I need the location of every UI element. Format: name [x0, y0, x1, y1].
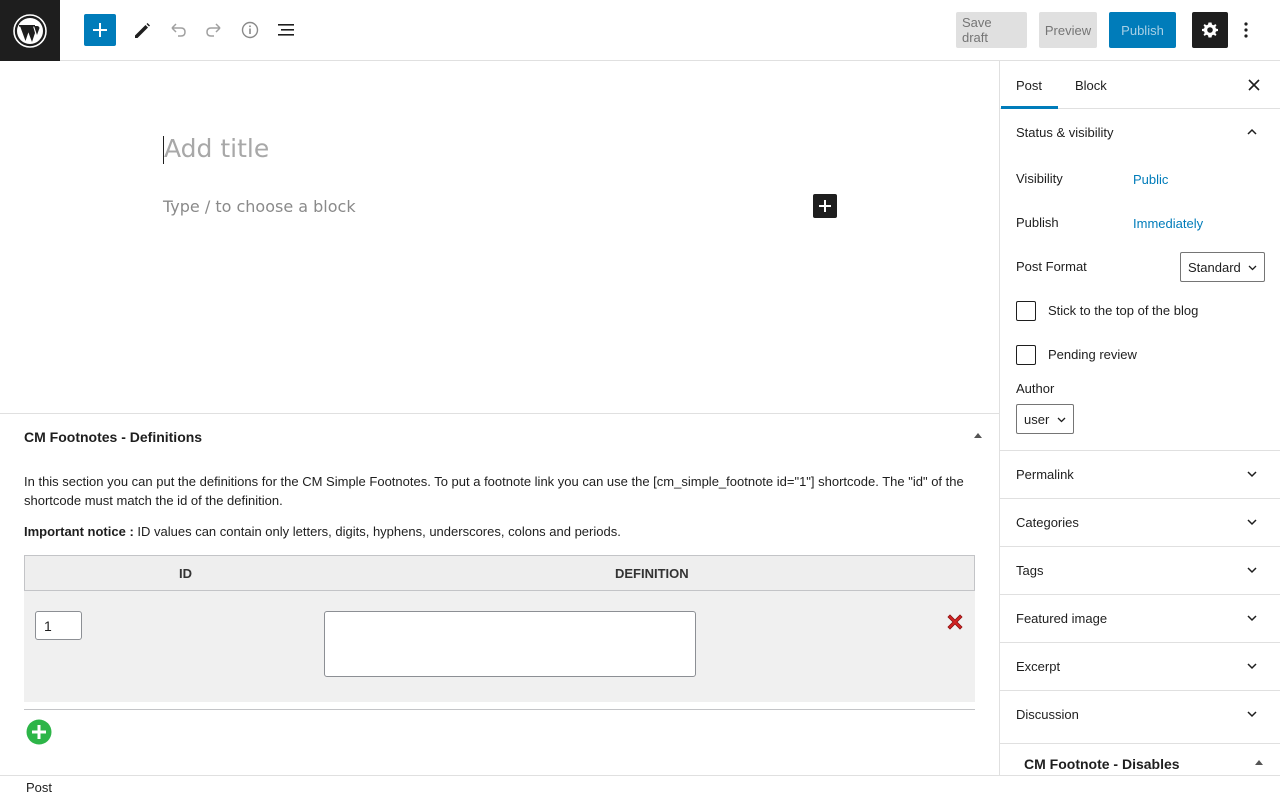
notice-label: Important notice :: [24, 524, 134, 539]
post-title-input[interactable]: Add title: [163, 134, 270, 164]
panel-status-visibility[interactable]: Status & visibility: [1000, 109, 1280, 157]
column-header-id: ID: [179, 566, 192, 581]
info-icon[interactable]: [234, 14, 266, 46]
title-placeholder: Add title: [164, 134, 270, 163]
chevron-down-icon: [1247, 519, 1257, 526]
add-block-button[interactable]: [813, 194, 837, 218]
important-notice: Important notice : ID values can contain…: [24, 524, 621, 539]
panel-excerpt[interactable]: Excerpt: [1000, 643, 1280, 691]
more-options-icon[interactable]: [1236, 14, 1256, 46]
panel-title: Status & visibility: [1016, 125, 1114, 140]
editor-header: Save draft Preview Publish: [0, 0, 1280, 61]
footnote-definition-textarea[interactable]: [324, 611, 696, 677]
chevron-up-icon: [1247, 128, 1257, 135]
panel-title: Tags: [1016, 563, 1044, 578]
chevron-down-icon: [1247, 711, 1257, 718]
chevron-down-icon: [1248, 265, 1257, 271]
chevron-down-icon: [1247, 471, 1257, 478]
collapse-toggle-icon[interactable]: [1255, 760, 1263, 765]
panel-title: Featured image: [1016, 611, 1108, 626]
chevron-down-icon: [1057, 417, 1066, 423]
sidebar-tabs: Post Block: [1000, 61, 1280, 109]
panel-title: Excerpt: [1016, 659, 1061, 674]
panel-tags[interactable]: Tags: [1000, 547, 1280, 595]
publish-label: Publish: [1016, 215, 1059, 230]
footnotes-table: ID DEFINITION 1: [24, 555, 975, 702]
column-header-definition: DEFINITION: [615, 566, 689, 581]
close-icon[interactable]: [1244, 75, 1264, 95]
add-footnote-row-icon[interactable]: [26, 719, 52, 745]
panel-title: Categories: [1016, 515, 1079, 530]
pending-review-checkbox[interactable]: [1016, 345, 1036, 365]
notice-text: ID values can contain only letters, digi…: [133, 524, 621, 539]
panel-discussion[interactable]: Discussion: [1000, 691, 1280, 739]
undo-icon[interactable]: [162, 14, 194, 46]
footnote-id-input[interactable]: 1: [35, 611, 82, 640]
visibility-label: Visibility: [1016, 171, 1063, 186]
tools-pencil-icon[interactable]: [126, 14, 158, 46]
divider: [24, 709, 975, 710]
collapse-toggle-icon[interactable]: [974, 433, 982, 438]
author-select[interactable]: user: [1016, 404, 1074, 434]
tab-post[interactable]: Post: [1016, 61, 1042, 109]
panel-title: Discussion: [1016, 707, 1079, 722]
sticky-label: Stick to the top of the blog: [1048, 303, 1199, 318]
post-format-select[interactable]: Standard: [1180, 252, 1265, 282]
panel-categories[interactable]: Categories: [1000, 499, 1280, 547]
tab-block[interactable]: Block: [1075, 61, 1107, 109]
text-caret: [163, 136, 164, 164]
visibility-value-link[interactable]: Public: [1133, 172, 1168, 187]
block-placeholder[interactable]: Type / to choose a block: [163, 197, 356, 216]
panel-featured-image[interactable]: Featured image: [1000, 595, 1280, 643]
chevron-down-icon: [1247, 567, 1257, 574]
metabox-title: CM Footnotes - Definitions: [24, 429, 203, 445]
breadcrumb-post[interactable]: Post: [26, 780, 52, 795]
panel-title: CM Footnote - Disables: [1024, 756, 1180, 772]
panel-title: Permalink: [1016, 467, 1074, 482]
panel-permalink[interactable]: Permalink: [1000, 451, 1280, 499]
panel-cm-footnote-disables[interactable]: CM Footnote - Disables: [1000, 743, 1280, 775]
redo-icon[interactable]: [198, 14, 230, 46]
settings-gear-icon[interactable]: [1192, 12, 1228, 48]
block-inserter-button[interactable]: [84, 14, 116, 46]
post-format-label: Post Format: [1016, 259, 1087, 274]
sticky-checkbox[interactable]: [1016, 301, 1036, 321]
metabox-description: In this section you can put the definiti…: [24, 474, 964, 508]
table-header: ID DEFINITION: [24, 555, 975, 591]
publish-date-link[interactable]: Immediately: [1133, 216, 1203, 231]
block-breadcrumb-bar: Post: [0, 775, 1280, 800]
chevron-down-icon: [1247, 663, 1257, 670]
pending-review-label: Pending review: [1048, 347, 1137, 362]
author-value: user: [1024, 411, 1050, 427]
delete-row-icon[interactable]: [945, 612, 965, 632]
chevron-down-icon: [1247, 615, 1257, 622]
author-label: Author: [1016, 381, 1055, 396]
wordpress-logo-icon[interactable]: [0, 0, 60, 61]
preview-button[interactable]: Preview: [1039, 12, 1097, 48]
post-format-value: Standard: [1188, 259, 1241, 275]
list-view-icon[interactable]: [270, 14, 302, 46]
footnotes-metabox: CM Footnotes - Definitions In this secti…: [0, 413, 999, 775]
settings-sidebar: Post Block Status & visibility Visibilit…: [999, 61, 1280, 775]
publish-button[interactable]: Publish: [1109, 12, 1176, 48]
save-draft-button[interactable]: Save draft: [956, 12, 1027, 48]
